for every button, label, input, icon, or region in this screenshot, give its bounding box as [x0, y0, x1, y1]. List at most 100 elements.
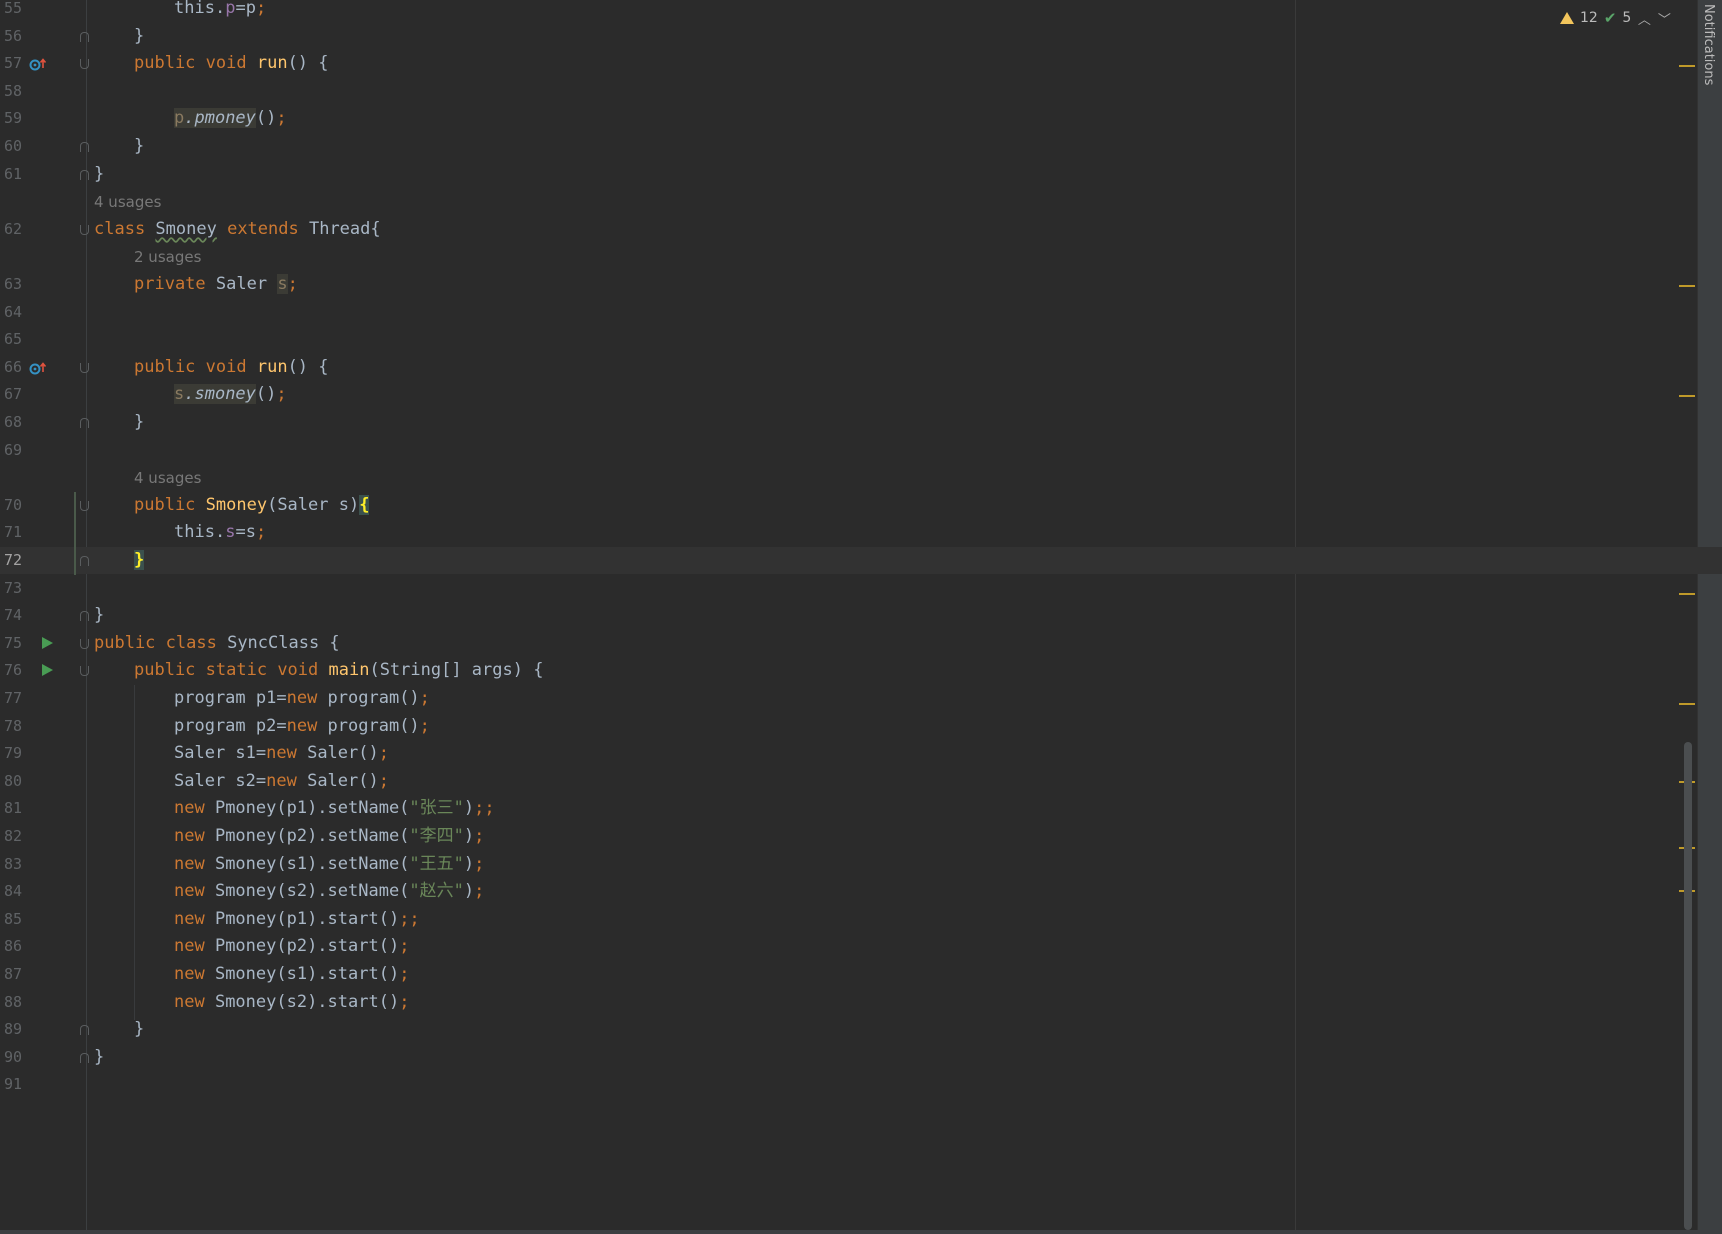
line-number[interactable]: 75 [0, 630, 22, 657]
usages-hint[interactable]: 4 usages [94, 188, 161, 215]
line-number[interactable]: 70 [0, 492, 22, 519]
fold-marker-icon[interactable] [80, 1025, 89, 1036]
line-number[interactable]: 71 [0, 519, 22, 546]
code-line[interactable]: 59 p.pmoney(); [0, 105, 1722, 132]
code-text[interactable]: } [134, 23, 144, 50]
code-line[interactable]: 61} [0, 161, 1722, 188]
code-line[interactable]: 62 class Smoney extends Thread{ [0, 216, 1722, 243]
line-number[interactable]: 79 [0, 740, 22, 767]
line-number[interactable]: 56 [0, 23, 22, 50]
code-line[interactable]: 60} [0, 133, 1722, 160]
code-text[interactable]: public class SyncClass { [94, 630, 340, 657]
code-line[interactable]: 63 private Saler s; [0, 271, 1722, 298]
code-text[interactable]: Saler s2=new Saler(); [174, 768, 389, 795]
code-line[interactable]: 70 public Smoney(Saler s){ [0, 492, 1722, 519]
code-text[interactable]: } [94, 1044, 104, 1071]
override-method-icon[interactable] [29, 360, 49, 375]
code-text[interactable]: Saler s1=new Saler(); [174, 740, 389, 767]
line-number[interactable]: 60 [0, 133, 22, 160]
line-number[interactable]: 68 [0, 409, 22, 436]
line-number[interactable]: 81 [0, 795, 22, 822]
line-number[interactable]: 86 [0, 933, 22, 960]
code-line[interactable]: 73 [0, 575, 1722, 602]
fold-marker-icon[interactable] [80, 59, 89, 70]
fold-marker-icon[interactable] [80, 1052, 89, 1063]
code-text[interactable]: program p2=new program(); [174, 713, 430, 740]
usages-hint[interactable]: 4 usages [134, 464, 201, 491]
code-line[interactable]: 87 new Smoney(s1).start(); [0, 961, 1722, 988]
line-number[interactable]: 72 [0, 547, 22, 574]
code-text[interactable]: new Smoney(s2).start(); [174, 989, 409, 1016]
line-number[interactable]: 83 [0, 851, 22, 878]
code-text[interactable]: s.smoney(); [174, 381, 287, 408]
line-number[interactable]: 88 [0, 989, 22, 1016]
fold-marker-icon[interactable] [80, 611, 89, 622]
code-text[interactable]: private Saler s; [134, 271, 298, 298]
code-line[interactable]: 68} [0, 409, 1722, 436]
code-line[interactable]: 79 Saler s1=new Saler(); [0, 740, 1722, 767]
code-text[interactable]: public static void main(String[] args) { [134, 657, 543, 684]
line-number[interactable]: 67 [0, 381, 22, 408]
line-number[interactable]: 73 [0, 575, 22, 602]
code-line[interactable]: 82 new Pmoney(p2).setName("李四"); [0, 823, 1722, 850]
run-gutter-icon[interactable] [42, 664, 53, 677]
line-number[interactable]: 91 [0, 1071, 22, 1098]
vcs-change-marker[interactable] [74, 491, 76, 575]
code-line[interactable]: 75 public class SyncClass { [0, 630, 1722, 657]
fold-marker-icon[interactable] [80, 638, 89, 649]
code-line[interactable]: 83 new Smoney(s1).setName("王五"); [0, 851, 1722, 878]
code-text[interactable]: new Smoney(s2).setName("赵六"); [174, 878, 484, 905]
fold-marker-icon[interactable] [80, 31, 89, 42]
code-line[interactable]: 84 new Smoney(s2).setName("赵六"); [0, 878, 1722, 905]
fold-marker-icon[interactable] [80, 500, 89, 511]
line-number[interactable]: 58 [0, 78, 22, 105]
code-text[interactable]: } [134, 133, 144, 160]
fold-marker-icon[interactable] [80, 142, 89, 152]
line-number[interactable]: 59 [0, 105, 22, 132]
code-line[interactable]: 76 public static void main(String[] args)… [0, 657, 1722, 684]
code-text[interactable]: class Smoney extends Thread{ [94, 216, 381, 243]
code-line[interactable]: 65 [0, 326, 1722, 353]
code-line[interactable]: 56} [0, 23, 1722, 50]
line-number[interactable]: 55 [0, 0, 22, 22]
code-text[interactable]: new Smoney(s1).start(); [174, 961, 409, 988]
fold-marker-icon[interactable] [80, 666, 89, 677]
code-line[interactable]: 64 [0, 299, 1722, 326]
code-text[interactable]: new Pmoney(p1).start();; [174, 906, 420, 933]
line-number[interactable]: 63 [0, 271, 22, 298]
code-text[interactable]: this.p=p; [174, 0, 266, 22]
line-number[interactable]: 77 [0, 685, 22, 712]
line-number[interactable]: 84 [0, 878, 22, 905]
fold-marker-icon[interactable] [80, 169, 89, 180]
code-line[interactable]: 81 new Pmoney(p1).setName("张三");; [0, 795, 1722, 822]
code-line[interactable]: 69 [0, 437, 1722, 464]
line-number[interactable]: 57 [0, 50, 22, 77]
line-number[interactable]: 65 [0, 326, 22, 353]
code-text[interactable]: public Smoney(Saler s){ [134, 492, 370, 519]
code-line[interactable]: 89} [0, 1016, 1722, 1043]
code-line[interactable]: 57 public void run() { [0, 50, 1722, 77]
code-line[interactable]: 77 program p1=new program(); [0, 685, 1722, 712]
code-text[interactable]: } [134, 1016, 144, 1043]
line-number[interactable]: 64 [0, 299, 22, 326]
override-method-icon[interactable] [29, 56, 49, 71]
code-text[interactable]: public void run() { [134, 50, 329, 77]
fold-marker-icon[interactable] [80, 418, 89, 428]
line-number[interactable]: 85 [0, 906, 22, 933]
run-gutter-icon[interactable] [42, 636, 53, 649]
fold-marker-icon[interactable] [80, 362, 89, 373]
code-line[interactable]: 55 this.p=p; [0, 0, 1722, 22]
code-text[interactable]: program p1=new program(); [174, 685, 430, 712]
line-number[interactable]: 62 [0, 216, 22, 243]
code-line[interactable]: 78 program p2=new program(); [0, 713, 1722, 740]
code-line[interactable]: 85 new Pmoney(p1).start();; [0, 906, 1722, 933]
code-line[interactable]: 74} [0, 602, 1722, 629]
line-number[interactable]: 61 [0, 161, 22, 188]
line-number[interactable]: 89 [0, 1016, 22, 1043]
fold-marker-icon[interactable] [80, 556, 89, 566]
line-number[interactable]: 76 [0, 657, 22, 684]
code-line[interactable]: 58 [0, 78, 1722, 105]
code-line[interactable]: 66 public void run() { [0, 354, 1722, 381]
line-number[interactable]: 90 [0, 1044, 22, 1071]
code-line[interactable]: 72} [0, 547, 1722, 574]
